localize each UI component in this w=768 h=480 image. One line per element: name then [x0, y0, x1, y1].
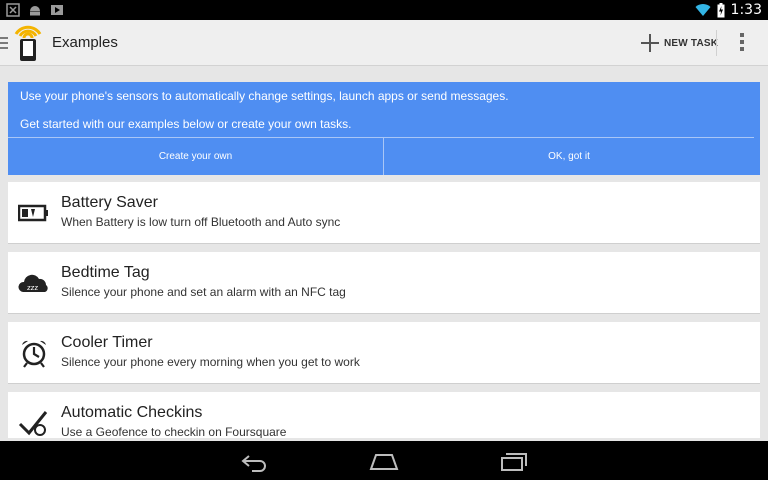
checkin-icon — [18, 411, 48, 436]
navigation-bar — [0, 441, 768, 480]
example-title: Battery Saver — [61, 194, 158, 211]
action-bar: Examples NEW TASK — [0, 20, 768, 66]
app-logo-icon[interactable] — [12, 22, 44, 62]
intro-banner: Use your phone's sensors to automaticall… — [8, 82, 760, 175]
action-bar-divider — [716, 30, 717, 56]
new-task-button[interactable]: NEW TASK — [640, 32, 718, 54]
example-subtitle: Silence your phone every morning when yo… — [61, 355, 360, 369]
page-title: Examples — [52, 34, 118, 51]
sleep-cloud-icon: zzz — [18, 274, 48, 292]
example-card-bedtime-tag[interactable]: zzz Bedtime Tag Silence your phone and s… — [8, 252, 760, 314]
clock: 1:33 — [730, 2, 762, 18]
example-title: Automatic Checkins — [61, 404, 203, 421]
banner-description: Use your phone's sensors to automaticall… — [20, 89, 509, 103]
overflow-menu-icon[interactable] — [738, 33, 746, 53]
alarm-clock-icon — [22, 340, 46, 368]
example-card-cooler-timer[interactable]: Cooler Timer Silence your phone every mo… — [8, 322, 760, 384]
notification-icons — [6, 3, 64, 17]
play-store-icon — [51, 5, 63, 15]
system-status: 1:33 — [695, 2, 762, 18]
example-title: Bedtime Tag — [61, 264, 150, 281]
drawer-toggle-icon[interactable] — [0, 37, 8, 49]
example-subtitle: Use a Geofence to checkin on Foursquare — [61, 425, 287, 438]
status-bar: 1:33 — [0, 0, 768, 20]
ok-got-it-button[interactable]: OK, got it — [384, 138, 754, 175]
example-card-battery-saver[interactable]: Battery Saver When Battery is low turn o… — [8, 182, 760, 244]
create-your-own-button[interactable]: Create your own — [8, 138, 383, 175]
wifi-icon — [695, 4, 711, 17]
svg-text:zzz: zzz — [27, 284, 38, 292]
examples-list[interactable]: Battery Saver When Battery is low turn o… — [0, 182, 768, 438]
back-icon[interactable] — [238, 449, 270, 473]
example-title: Cooler Timer — [61, 334, 153, 351]
example-card-automatic-checkins[interactable]: Automatic Checkins Use a Geofence to che… — [8, 392, 760, 438]
recent-apps-icon[interactable] — [498, 449, 530, 473]
example-subtitle: Silence your phone and set an alarm with… — [61, 285, 346, 299]
android-icon — [30, 6, 40, 16]
plus-icon — [641, 34, 659, 52]
battery-charging-icon — [717, 2, 725, 17]
battery-low-icon — [18, 204, 48, 222]
new-task-label: NEW TASK — [664, 37, 719, 49]
example-subtitle: When Battery is low turn off Bluetooth a… — [61, 215, 341, 229]
banner-hint: Get started with our examples below or c… — [20, 117, 352, 131]
home-icon[interactable] — [368, 449, 400, 473]
app-notification-icon — [6, 3, 20, 17]
